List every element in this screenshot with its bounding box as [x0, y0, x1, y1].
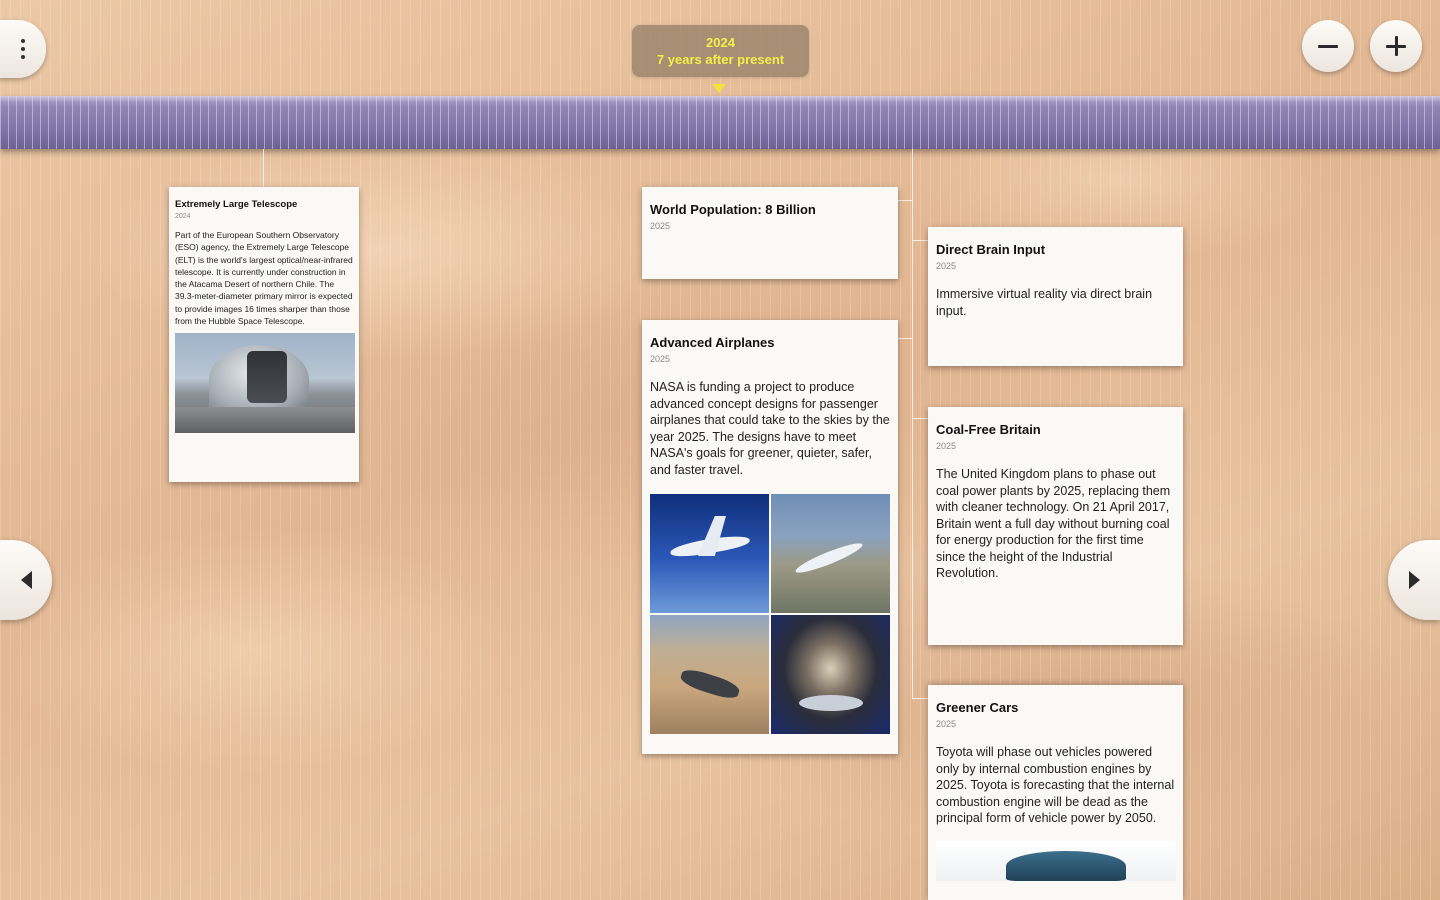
event-card-coal-free[interactable]: Coal-Free Britain 2025 The United Kingdo… [928, 407, 1183, 645]
event-title: Greener Cars [936, 700, 1019, 715]
minus-icon [1318, 36, 1338, 56]
current-date-year: 2024 [706, 35, 735, 50]
event-year: 2025 [936, 719, 957, 729]
event-card-brain-input[interactable]: Direct Brain Input 2025 Immersive virtua… [928, 227, 1183, 366]
event-year: 2025 [936, 261, 957, 271]
event-title: Direct Brain Input [936, 242, 1046, 257]
event-year: 2025 [650, 354, 671, 364]
connector-line [912, 240, 928, 241]
airplane-photo [650, 494, 769, 613]
event-card-population[interactable]: World Population: 8 Billion 2025 [642, 187, 898, 279]
connector-line [912, 149, 913, 699]
airplane-photo [650, 615, 769, 734]
airplane-image-grid [650, 494, 890, 734]
previous-button[interactable] [0, 540, 52, 620]
event-description: Immersive virtual reality via direct bra… [936, 287, 1153, 318]
event-title: Coal-Free Britain [936, 422, 1041, 437]
connector-line [912, 698, 928, 699]
arrow-left-icon [20, 571, 32, 589]
connector-line [898, 338, 912, 339]
event-description: The United Kingdom plans to phase out co… [936, 467, 1171, 580]
airplane-photo [771, 615, 890, 734]
connector-line [912, 418, 928, 419]
plus-icon [1386, 36, 1406, 56]
event-card-greener-cars[interactable]: Greener Cars 2025 Toyota will phase out … [928, 685, 1183, 900]
next-button[interactable] [1388, 540, 1440, 620]
arrow-right-icon [1408, 571, 1420, 589]
date-pointer-icon [712, 84, 726, 93]
event-year: 2025 [936, 441, 957, 451]
airplane-photo [771, 494, 890, 613]
event-title: Extremely Large Telescope [175, 199, 298, 210]
event-title: Advanced Airplanes [650, 335, 775, 350]
event-year: 2024 [175, 213, 191, 220]
event-description: NASA is funding a project to produce adv… [650, 380, 890, 477]
event-card-telescope[interactable]: Extremely Large Telescope 2024 Part of t… [169, 187, 359, 482]
zoom-in-button[interactable] [1370, 20, 1422, 72]
zoom-out-button[interactable] [1302, 20, 1354, 72]
event-description: Part of the European Southern Observator… [175, 230, 353, 327]
more-vertical-icon [21, 39, 25, 59]
event-title: World Population: 8 Billion [650, 202, 816, 217]
timeline-ruler[interactable] [0, 96, 1440, 149]
event-card-airplanes[interactable]: Advanced Airplanes 2025 NASA is funding … [642, 320, 898, 754]
connector-line [898, 200, 912, 201]
menu-button[interactable] [0, 20, 46, 78]
current-date-relative: 7 years after present [656, 52, 785, 67]
connector-line [263, 149, 264, 187]
event-year: 2025 [650, 221, 671, 231]
car-image [936, 840, 1176, 881]
event-description: Toyota will phase out vehicles powered o… [936, 745, 1175, 825]
telescope-image [175, 333, 355, 434]
current-date-indicator: 2024 7 years after present [632, 25, 809, 77]
